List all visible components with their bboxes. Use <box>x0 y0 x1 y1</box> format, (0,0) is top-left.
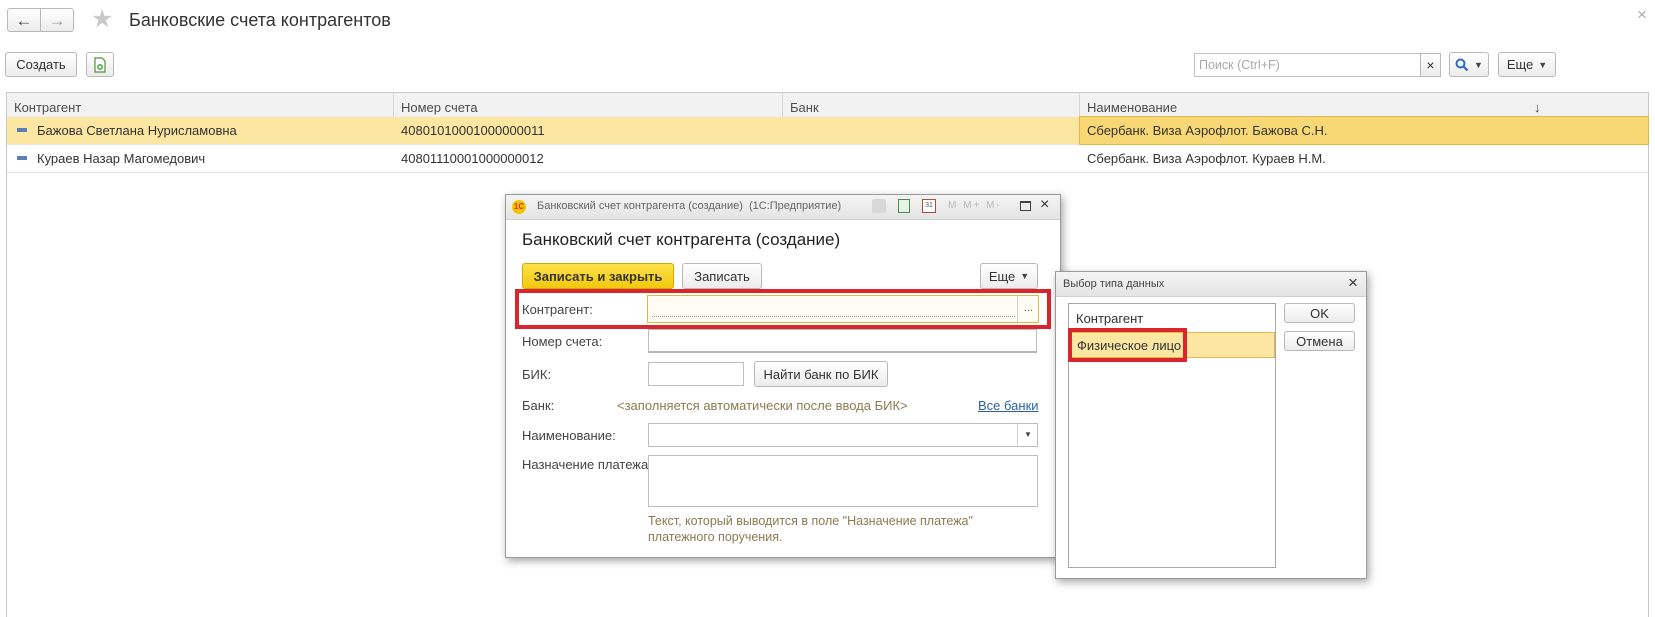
bank-autofill-hint: <заполняется автоматически после ввода Б… <box>617 398 908 413</box>
purpose-textarea[interactable] <box>648 455 1038 507</box>
arrow-right-icon: → <box>48 10 66 30</box>
counterparty-highlight-frame <box>515 289 1051 329</box>
cell-bank <box>783 117 1080 144</box>
name-input[interactable]: ▼ <box>648 423 1038 447</box>
sort-desc-icon: ↓ <box>1534 100 1541 115</box>
purpose-hint-line1: Текст, который выводится в поле "Назначе… <box>648 514 973 528</box>
window-title: Банковский счет контрагента (создание) (… <box>537 200 842 212</box>
save-and-close-button[interactable]: Записать и закрыть <box>522 263 674 289</box>
cell-name: Сбербанк. Виза Аэрофлот. Кураев Н.М. <box>1087 151 1326 166</box>
calculator-icon[interactable] <box>898 199 910 213</box>
bik-label: БИК: <box>522 367 552 382</box>
cell-account: 40801110001000000012 <box>401 151 544 166</box>
type-dialog-title: Выбор типа данных <box>1063 278 1165 290</box>
catalog-item-icon <box>17 128 27 132</box>
table-row[interactable]: Бажова Светлана Нурисламовна 40801010001… <box>7 116 1649 145</box>
purpose-hint-line2: платежного поручения. <box>648 530 783 544</box>
close-icon[interactable]: × <box>1040 197 1049 213</box>
account-label: Номер счета: <box>522 334 603 349</box>
close-page-icon[interactable]: × <box>1637 6 1647 23</box>
maximize-icon[interactable] <box>1020 201 1031 211</box>
cancel-button[interactable]: Отмена <box>1284 331 1355 351</box>
name-label: Наименование: <box>522 428 616 443</box>
page-title: Банковские счета контрагентов <box>129 10 391 30</box>
form-heading: Банковский счет контрагента (создание) <box>522 230 841 249</box>
app-logo-icon: 1С <box>512 200 526 214</box>
save-button[interactable]: Записать <box>682 263 762 289</box>
selected-type-highlight-frame <box>1068 328 1187 362</box>
chevron-down-icon: ▼ <box>1474 59 1483 70</box>
search-icon <box>1455 58 1469 71</box>
catalog-item-icon <box>17 156 27 160</box>
search-clear-button[interactable]: × <box>1420 53 1441 77</box>
ok-button[interactable]: OK <box>1284 303 1355 323</box>
type-select-dialog: Выбор типа данных × Контрагент Физическо… <box>1055 271 1367 579</box>
all-banks-link[interactable]: Все банки <box>978 398 1039 413</box>
close-icon[interactable]: × <box>1348 274 1358 291</box>
find-bank-button[interactable]: Найти банк по БИК <box>754 361 888 387</box>
cell-name: Сбербанк. Виза Аэрофлот. Бажова С.Н. <box>1079 116 1649 145</box>
calendar-icon[interactable]: 31 <box>922 199 936 213</box>
cell-bank <box>783 145 1080 172</box>
list-item[interactable]: Контрагент <box>1076 311 1143 326</box>
purpose-label: Назначение платежа: <box>522 457 652 472</box>
back-button[interactable]: ← <box>7 8 41 32</box>
forward-button[interactable]: → <box>40 8 74 32</box>
table-row[interactable]: Кураев Назар Магомедович 408011100010000… <box>7 145 1648 173</box>
form-more-button[interactable]: Еще ▼ <box>980 263 1038 289</box>
form-more-label: Еще <box>988 268 1016 284</box>
document-copy-icon <box>94 56 106 73</box>
bank-label: Банк: <box>522 398 555 413</box>
window-titlebar: 1С Банковский счет контрагента (создание… <box>506 195 1060 220</box>
cell-account: 40801010001000000011 <box>401 123 545 138</box>
search-placeholder: Поиск (Ctrl+F) <box>1199 58 1280 72</box>
type-dialog-titlebar: Выбор типа данных × <box>1056 272 1366 297</box>
account-number-input[interactable] <box>648 329 1037 353</box>
copy-item-button[interactable] <box>86 52 114 77</box>
arrow-left-icon: ← <box>15 10 33 30</box>
more-label: Еще <box>1506 57 1534 72</box>
cell-counterparty: Кураев Назар Магомедович <box>37 151 206 166</box>
more-button[interactable]: Еще ▼ <box>1498 52 1556 77</box>
chevron-down-icon: ▼ <box>1538 59 1548 70</box>
cell-counterparty: Бажова Светлана Нурисламовна <box>37 123 237 138</box>
favorite-star-icon[interactable]: ★ <box>91 7 113 32</box>
name-dropdown-button[interactable]: ▼ <box>1017 424 1038 446</box>
chevron-down-icon: ▼ <box>1020 271 1030 281</box>
memory-icons[interactable]: M M+ M- <box>948 200 1002 211</box>
bank-account-form-window: 1С Банковский счет контрагента (создание… <box>505 194 1061 558</box>
link-icon[interactable] <box>872 199 886 213</box>
search-input[interactable]: Поиск (Ctrl+F) <box>1194 53 1421 77</box>
bik-input[interactable] <box>648 362 744 386</box>
create-button[interactable]: Создать <box>5 52 77 77</box>
search-options-button[interactable]: ▼ <box>1449 52 1489 77</box>
